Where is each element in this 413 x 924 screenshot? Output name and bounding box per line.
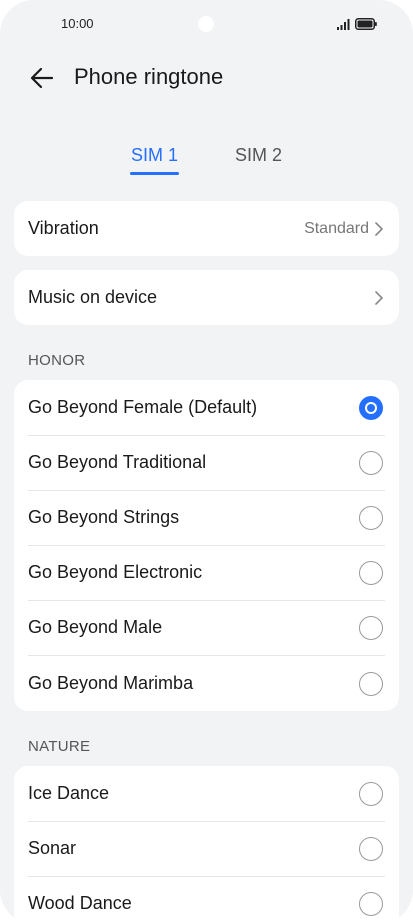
radio-icon[interactable] xyxy=(359,671,383,696)
vibration-card[interactable]: Vibration Standard xyxy=(14,201,399,256)
music-row[interactable]: Music on device xyxy=(14,270,399,325)
ringtone-item[interactable]: Wood Dance xyxy=(14,876,399,924)
ringtone-item[interactable]: Go Beyond Male xyxy=(14,600,399,655)
battery-icon xyxy=(355,18,377,30)
honor-ringtone-list: Go Beyond Female (Default) Go Beyond Tra… xyxy=(14,380,399,711)
radio-icon[interactable] xyxy=(359,891,383,916)
radio-icon[interactable] xyxy=(359,615,383,640)
music-card[interactable]: Music on device xyxy=(14,270,399,325)
ringtone-label: Ice Dance xyxy=(28,783,110,803)
section-title-honor: HONOR xyxy=(28,352,86,369)
ringtone-item[interactable]: Ice Dance xyxy=(14,766,399,821)
ringtone-item[interactable]: Go Beyond Electronic xyxy=(14,545,399,600)
vibration-value: Standard xyxy=(304,219,369,237)
ringtone-label: Go Beyond Male xyxy=(28,617,163,637)
ringtone-item[interactable]: Go Beyond Marimba xyxy=(14,656,399,711)
camera-cutout xyxy=(198,16,214,32)
radio-icon[interactable] xyxy=(359,450,383,475)
radio-icon[interactable] xyxy=(359,836,383,861)
chevron-right-icon xyxy=(375,221,383,236)
vibration-row[interactable]: Vibration Standard xyxy=(14,201,399,256)
ringtone-item[interactable]: Go Beyond Female (Default) xyxy=(14,380,399,435)
ringtone-label: Wood Dance xyxy=(28,893,132,913)
ringtone-label: Go Beyond Electronic xyxy=(28,562,203,582)
section-title-nature: NATURE xyxy=(28,738,91,755)
status-time: 10:00 xyxy=(61,16,94,31)
signal-icon xyxy=(337,19,350,30)
nature-ringtone-list: Ice Dance Sonar Wood Dance xyxy=(14,766,399,924)
ringtone-label: Go Beyond Marimba xyxy=(28,673,194,693)
chevron-right-icon xyxy=(375,290,383,305)
tab-sim1[interactable]: SIM 1 xyxy=(131,145,178,166)
ringtone-label: Go Beyond Female (Default) xyxy=(28,397,258,417)
back-arrow-icon[interactable] xyxy=(28,64,56,92)
vibration-label: Vibration xyxy=(28,218,99,238)
page-title: Phone ringtone xyxy=(74,64,224,89)
radio-selected-icon[interactable] xyxy=(359,395,383,420)
ringtone-label: Sonar xyxy=(28,838,77,858)
ringtone-label: Go Beyond Strings xyxy=(28,507,180,527)
radio-icon[interactable] xyxy=(359,781,383,806)
radio-icon[interactable] xyxy=(359,505,383,530)
radio-icon[interactable] xyxy=(359,560,383,585)
ringtone-item[interactable]: Go Beyond Strings xyxy=(14,490,399,545)
music-label: Music on device xyxy=(28,287,158,307)
phone-screen: 10:00 Phone ringtone SIM 1 SIM 2 Vibrati… xyxy=(0,0,413,924)
tab-indicator xyxy=(130,172,179,175)
ringtone-item[interactable]: Go Beyond Traditional xyxy=(14,435,399,490)
tab-sim2[interactable]: SIM 2 xyxy=(235,145,282,166)
ringtone-item[interactable]: Sonar xyxy=(14,821,399,876)
ringtone-label: Go Beyond Traditional xyxy=(28,452,207,472)
